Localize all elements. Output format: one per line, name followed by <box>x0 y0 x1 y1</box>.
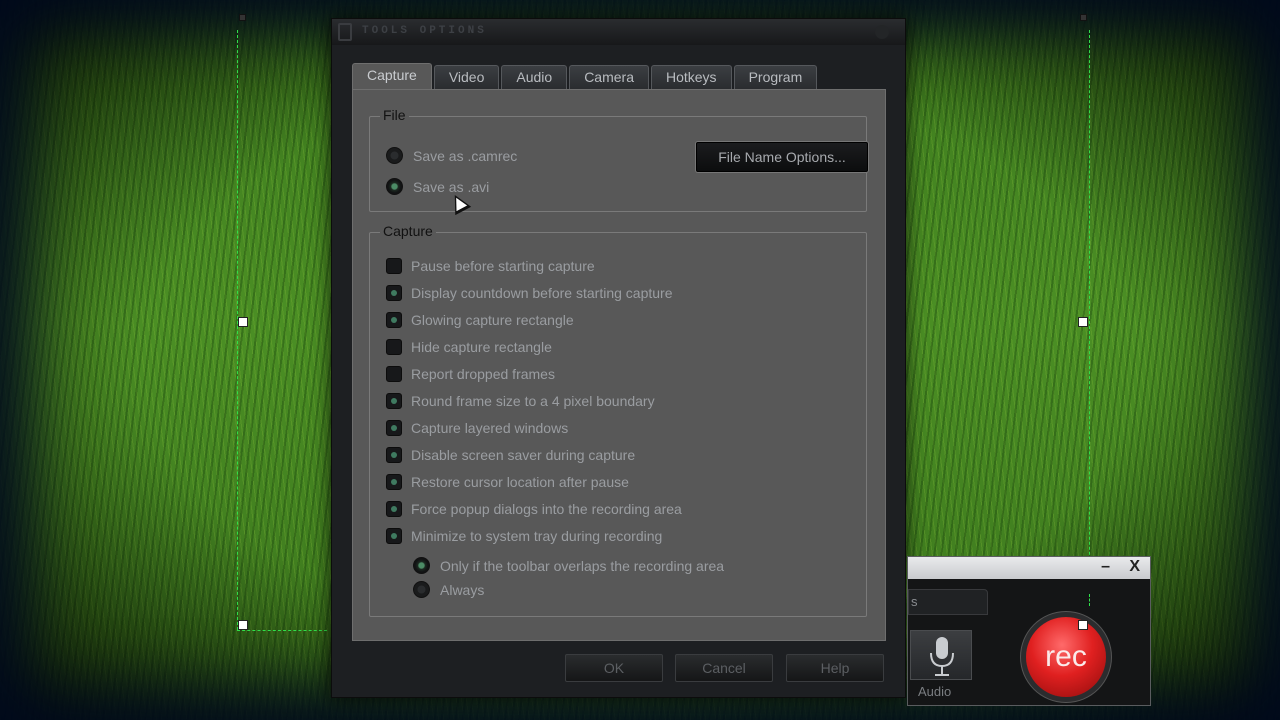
glowing-rectangle-option[interactable]: Glowing capture rectangle <box>386 312 574 328</box>
tab-video[interactable]: Video <box>433 65 500 89</box>
save-as-avi-label: Save as .avi <box>413 178 490 195</box>
radio-button[interactable] <box>413 581 430 598</box>
help-button[interactable]: Help <box>786 654 884 682</box>
capture-group: Capture Pause before starting capture Di… <box>369 223 867 617</box>
tab-bar: Capture Video Audio Camera Hotkeys Progr… <box>352 63 819 89</box>
checkbox[interactable] <box>386 447 402 463</box>
checkbox-label: Display countdown before starting captur… <box>411 285 673 301</box>
capture-region-right-edge-lower <box>1089 594 1090 606</box>
close-icon[interactable] <box>875 25 889 39</box>
capture-region-left-edge <box>237 30 238 630</box>
always-option[interactable]: Always <box>413 581 484 598</box>
resize-handle-top-left[interactable] <box>239 14 246 21</box>
resize-handle-bottom-right[interactable] <box>1078 620 1088 630</box>
record-button[interactable]: rec <box>1026 617 1106 697</box>
dialog-title: TOOLS OPTIONS <box>362 25 487 37</box>
close-icon[interactable]: X <box>1129 558 1140 576</box>
file-name-options-button[interactable]: File Name Options... <box>696 142 868 172</box>
only-if-overlaps-option[interactable]: Only if the toolbar overlaps the recordi… <box>413 557 724 574</box>
checkbox[interactable] <box>386 501 402 517</box>
file-group-title: File <box>380 107 409 123</box>
checkbox[interactable] <box>386 339 402 355</box>
checkbox-label: Report dropped frames <box>411 366 555 382</box>
restore-cursor-option[interactable]: Restore cursor location after pause <box>386 474 629 490</box>
checkbox-label: Hide capture rectangle <box>411 339 552 355</box>
checkbox-label: Glowing capture rectangle <box>411 312 574 328</box>
app-icon <box>338 23 352 41</box>
checkbox[interactable] <box>386 312 402 328</box>
tab-camera[interactable]: Camera <box>569 65 649 89</box>
minimize-icon[interactable]: – <box>1101 558 1110 576</box>
resize-handle-right[interactable] <box>1078 317 1088 327</box>
minimize-to-tray-option[interactable]: Minimize to system tray during recording <box>386 528 662 544</box>
tab-hotkeys[interactable]: Hotkeys <box>650 65 732 89</box>
radio-label: Only if the toolbar overlaps the recordi… <box>440 557 725 574</box>
dialog-titlebar[interactable]: TOOLS OPTIONS <box>332 19 905 45</box>
checkbox-label: Round frame size to a 4 pixel boundary <box>411 393 655 409</box>
tab-capture[interactable]: Capture <box>352 63 432 89</box>
checkbox[interactable] <box>386 393 402 409</box>
recorder-toolbar: – X s Audio rec <box>907 556 1151 706</box>
round-frame-size-option[interactable]: Round frame size to a 4 pixel boundary <box>386 393 655 409</box>
display-countdown-option[interactable]: Display countdown before starting captur… <box>386 285 672 301</box>
microphone-icon <box>930 637 954 676</box>
audio-label: Audio <box>918 684 952 699</box>
cancel-button[interactable]: Cancel <box>675 654 773 682</box>
disable-screensaver-option[interactable]: Disable screen saver during capture <box>386 447 635 463</box>
resize-handle-left[interactable] <box>238 317 248 327</box>
save-as-camrec-option[interactable]: Save as .camrec <box>386 147 517 164</box>
recorder-titlebar[interactable]: – X <box>908 557 1150 579</box>
tab-audio[interactable]: Audio <box>501 65 568 89</box>
checkbox[interactable] <box>386 285 402 301</box>
checkbox-label: Pause before starting capture <box>411 258 595 274</box>
pause-before-capture-option[interactable]: Pause before starting capture <box>386 258 595 274</box>
report-dropped-frames-option[interactable]: Report dropped frames <box>386 366 555 382</box>
checkbox[interactable] <box>386 258 402 274</box>
checkbox-label: Capture layered windows <box>411 420 569 436</box>
resize-handle-bottom-left[interactable] <box>238 620 248 630</box>
audio-button[interactable] <box>910 630 972 680</box>
capture-region-right-edge <box>1089 30 1090 630</box>
capture-group-title: Capture <box>380 223 436 239</box>
resize-handle-top-right[interactable] <box>1080 14 1087 21</box>
checkbox-label: Disable screen saver during capture <box>411 447 636 463</box>
radio-button-selected[interactable] <box>386 178 403 195</box>
tab-program[interactable]: Program <box>733 65 818 89</box>
radio-button-selected[interactable] <box>413 557 430 574</box>
ok-button[interactable]: OK <box>565 654 663 682</box>
tools-options-dialog: TOOLS OPTIONS Capture Video Audio Camera… <box>331 18 906 698</box>
checkbox[interactable] <box>386 528 402 544</box>
checkbox-label: Force popup dialogs into the recording a… <box>411 501 682 517</box>
radio-button[interactable] <box>386 147 403 164</box>
checkbox[interactable] <box>386 474 402 490</box>
capture-tab-panel: File Save as .camrec Save as .avi File N… <box>352 89 886 641</box>
recorder-tab[interactable]: s <box>908 589 988 615</box>
file-group: File Save as .camrec Save as .avi File N… <box>369 107 868 212</box>
capture-layered-windows-option[interactable]: Capture layered windows <box>386 420 568 436</box>
save-as-avi-option[interactable]: Save as .avi <box>386 178 489 195</box>
checkbox-label: Restore cursor location after pause <box>411 474 629 490</box>
capture-region-bottom-edge <box>237 630 327 631</box>
force-popup-dialogs-option[interactable]: Force popup dialogs into the recording a… <box>386 501 682 517</box>
radio-label: Always <box>440 581 485 598</box>
checkbox-label: Minimize to system tray during recording <box>411 528 663 544</box>
save-as-camrec-label: Save as .camrec <box>413 147 518 164</box>
hide-rectangle-option[interactable]: Hide capture rectangle <box>386 339 552 355</box>
checkbox[interactable] <box>386 420 402 436</box>
checkbox[interactable] <box>386 366 402 382</box>
